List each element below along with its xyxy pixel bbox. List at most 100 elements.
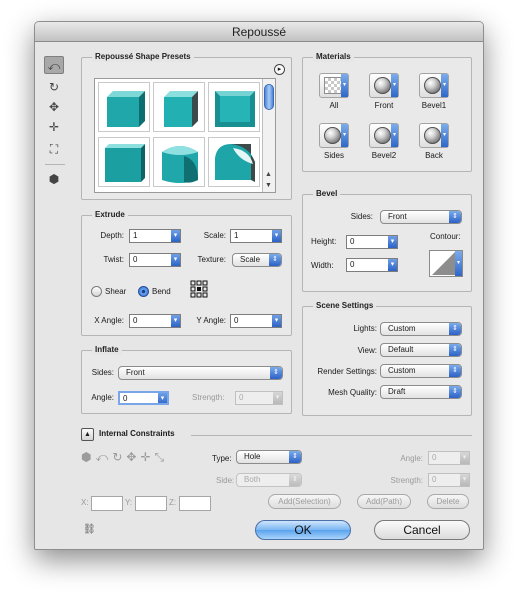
bevel-height-field[interactable]: 0 ▾ — [346, 235, 398, 249]
help-link-icon[interactable]: ⛓ — [83, 524, 96, 535]
sphere-swatch-icon — [324, 127, 341, 144]
chevron-down-icon: ▾ — [460, 474, 469, 486]
delete-button[interactable]: Delete — [427, 494, 469, 509]
preset-thumbnail[interactable] — [98, 82, 150, 132]
render-settings-select[interactable]: Custom ⇕ — [380, 364, 462, 378]
bend-radio[interactable] — [138, 286, 149, 297]
y-coordinate-field[interactable] — [135, 496, 167, 511]
inflate-strength-value: 0 — [239, 393, 244, 402]
sphere-swatch-icon — [424, 127, 441, 144]
chevron-down-icon: ▾ — [388, 236, 397, 248]
chevron-down-icon: ▾ — [455, 251, 462, 276]
constraint-type-select[interactable]: Hole ⇕ — [236, 450, 302, 464]
view-select[interactable]: Default ⇕ — [380, 343, 462, 357]
collapse-triangle-icon[interactable]: ▲ — [81, 428, 94, 441]
materials-title: Materials — [313, 52, 354, 62]
bevel-sides-label: Sides: — [350, 212, 373, 221]
constraint-rotate-icon[interactable]: ⬢ — [81, 450, 95, 464]
inflate-angle-field[interactable]: 0 ▾ — [118, 391, 169, 405]
presets-scrollbar[interactable]: ▲ ▼ — [262, 79, 275, 192]
bevel-width-field[interactable]: 0 ▾ — [346, 258, 398, 272]
constraint-scale-icon[interactable]: ✛ — [140, 450, 154, 464]
preset-thumbnail[interactable] — [208, 137, 260, 187]
constraint-roll-icon[interactable]: ⤺ — [95, 450, 112, 464]
shear-label: Shear — [105, 287, 127, 296]
preset-thumbnail[interactable] — [153, 82, 205, 132]
texture-value: Scale — [240, 255, 261, 264]
texture-label: Texture: — [197, 255, 226, 264]
sphere-swatch-icon — [374, 127, 391, 144]
scale-value: 1 — [234, 231, 239, 240]
constraint-type-label: Type: — [212, 454, 232, 463]
scroll-up-icon[interactable]: ▲ — [265, 171, 272, 178]
cancel-button[interactable]: Cancel — [374, 520, 470, 540]
texture-select[interactable]: Scale ⇕ — [232, 253, 282, 267]
constraint-angle-field[interactable]: 0 ▾ — [428, 451, 470, 465]
bevel-title: Bevel — [313, 189, 341, 199]
y-label: Y: — [125, 498, 133, 507]
lights-value: Custom — [388, 324, 416, 333]
bevel-sides-select[interactable]: Front ⇕ — [380, 210, 462, 224]
chevron-down-icon: ▾ — [460, 452, 469, 464]
object-scale-tool-icon[interactable]: ⛶ — [44, 140, 64, 158]
scale-field[interactable]: 1 ▾ — [230, 229, 282, 243]
preset-thumbnail[interactable] — [153, 137, 205, 187]
presets-title: Repoussé Shape Presets — [92, 52, 194, 62]
contour-curve-icon — [432, 252, 455, 275]
constraint-side-label: Side: — [216, 476, 235, 485]
chevron-down-icon: ▾ — [158, 393, 167, 403]
mesh-quality-select[interactable]: Draft ⇕ — [380, 385, 462, 399]
add-path-button[interactable]: Add(Path) — [357, 494, 411, 509]
camera-tool-icon[interactable]: ⬢ — [44, 170, 64, 188]
chevron-down-icon: ▾ — [171, 230, 180, 242]
material-label: Front — [374, 101, 394, 110]
object-drag-tool-icon[interactable]: ✥ — [44, 98, 64, 116]
reference-point-grid-icon[interactable] — [190, 280, 208, 298]
constraint-drag-icon[interactable]: ↻ — [112, 450, 126, 464]
xangle-label: X Angle: — [94, 316, 124, 325]
play-circle-icon[interactable]: ▸ — [274, 64, 285, 75]
extrude-group: Extrude Depth: 1 ▾ Scale: 1 ▾ Twist: 0 ▾ Te… — [81, 210, 292, 336]
chevron-down-icon: ▾ — [171, 315, 180, 327]
chevron-down-icon: ▾ — [171, 254, 180, 266]
scene-settings-group: Scene Settings Lights: Custom ⇕ View: Def… — [302, 301, 472, 416]
twist-field[interactable]: 0 ▾ — [129, 253, 181, 267]
bevel-height-label: Height: — [311, 237, 337, 246]
object-slide-tool-icon[interactable]: ✛ — [44, 118, 64, 136]
shear-radio[interactable] — [91, 286, 102, 297]
constraint-slide-icon[interactable]: ✥ — [126, 450, 140, 464]
preset-thumbnail[interactable] — [208, 82, 260, 132]
constraint-side-select[interactable]: Both ⇕ — [236, 473, 302, 487]
constraint-strength-field[interactable]: 0 ▾ — [428, 473, 470, 487]
bevel-sides-value: Front — [388, 212, 407, 221]
material-label: All — [329, 101, 339, 110]
ok-button[interactable]: OK — [255, 520, 351, 540]
lights-select[interactable]: Custom ⇕ — [380, 322, 462, 336]
scroll-down-icon[interactable]: ▼ — [265, 182, 272, 189]
inflate-strength-field[interactable]: 0 ▾ — [235, 391, 283, 405]
scale-label: Scale: — [203, 231, 226, 240]
scene-title: Scene Settings — [313, 301, 377, 311]
z-coordinate-field[interactable] — [179, 496, 211, 511]
mesh-quality-label: Mesh Quality: — [328, 388, 377, 397]
depth-field[interactable]: 1 ▾ — [129, 229, 181, 243]
material-label: Back — [425, 151, 443, 160]
add-selection-button[interactable]: Add(Selection) — [268, 494, 341, 509]
constraint-side-value: Both — [244, 475, 261, 484]
xangle-field[interactable]: 0 ▾ — [129, 314, 181, 328]
scrollbar-thumb[interactable] — [264, 84, 274, 110]
constraint-camera-icon[interactable]: ⤡ — [155, 450, 169, 464]
x-coordinate-field[interactable] — [91, 496, 123, 511]
inflate-sides-select[interactable]: Front ⇕ — [118, 366, 283, 380]
materials-group: Materials ▾ All ▾ Front ▾ Bevel1 ▾ Sides… — [302, 52, 472, 172]
x-label: X: — [81, 498, 89, 507]
contour-picker[interactable]: ▾ — [429, 250, 463, 277]
constraint-strength-value: 0 — [432, 475, 437, 484]
object-roll-tool-icon[interactable]: ↻ — [44, 78, 64, 96]
object-rotate-tool-icon[interactable]: ⤺ — [44, 56, 64, 74]
preset-thumbnail[interactable] — [98, 137, 150, 187]
chevron-down-icon: ▾ — [388, 259, 397, 271]
yangle-value: 0 — [234, 316, 239, 325]
yangle-field[interactable]: 0 ▾ — [230, 314, 282, 328]
presets-list[interactable]: ▲ ▼ — [94, 78, 276, 193]
